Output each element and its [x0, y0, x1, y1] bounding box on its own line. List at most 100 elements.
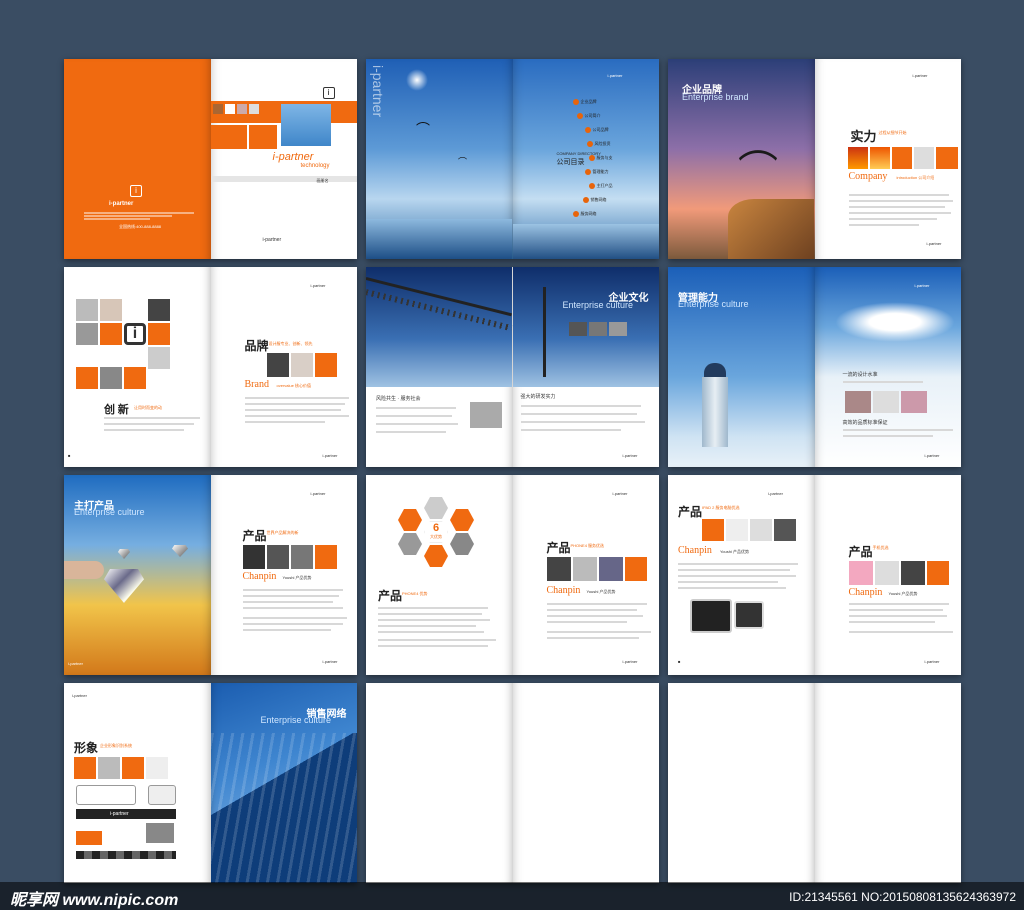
brand-logo: i-partner [912, 73, 928, 78]
brand-page-footer: i-partner [926, 241, 942, 246]
building [210, 733, 357, 883]
spread-cover[interactable]: i i-partner 全国热线:400-888-8888 i i-partne… [64, 59, 357, 259]
dir-item[interactable]: 风险投资 [586, 141, 611, 147]
text-line [546, 637, 639, 639]
strength-sub: 过程从细节开始 [878, 130, 907, 135]
dir-item[interactable]: 企业品牌 [572, 99, 597, 105]
spread-culture[interactable]: 风险共生 · 服务社会 企业文化 Enterprise culture 强大的研… [366, 267, 659, 467]
brand-en-sub: overvalue 核心价值 [276, 383, 311, 388]
text-line [546, 609, 637, 611]
spread-brand[interactable]: 企业品牌 Enterprise brand ⌒ i-partner 实力 过程从… [668, 59, 961, 259]
blank-left [668, 683, 815, 883]
photo-device [874, 561, 899, 585]
orange-tile [100, 323, 122, 345]
cover-block-a [210, 125, 247, 149]
text-line [520, 429, 621, 431]
hex-product-sub: PHONE4 优势 [402, 591, 428, 596]
spread-blank-2[interactable] [668, 683, 961, 883]
photo-thumb [588, 322, 607, 336]
photo-hand [900, 391, 927, 413]
text-line [244, 397, 349, 399]
dir-item[interactable]: 管理能力 [584, 169, 609, 175]
spread-product-hex[interactable]: 6 大优势 产品 PHONE4 优势 i-partner 产品 PHONE4 服… [366, 475, 659, 675]
tablet-logo: i-partner [768, 491, 783, 496]
hex-photo [398, 533, 422, 555]
van-icon [148, 785, 176, 805]
cover-orange-block [330, 104, 341, 122]
cover-brand: i-partner [272, 151, 314, 163]
innov-page-footer: i-partner [322, 453, 338, 458]
sales-right: 销售网络 Enterprise culture [210, 683, 357, 883]
text-line [678, 575, 796, 577]
text-line [848, 603, 949, 605]
spread-blank-1[interactable] [366, 683, 659, 883]
photo-thumb [568, 322, 587, 336]
photo-phone [242, 545, 265, 569]
dir-item[interactable]: 销售网络 [582, 197, 607, 203]
dir-right: i-partner COMPANY DIRECTORY 公司目录 企业品牌 公司… [512, 59, 659, 259]
tablet-chanpin: Chanpin [678, 545, 712, 556]
photo-device [900, 561, 925, 585]
text-line [546, 621, 627, 623]
photo-sunset-2 [869, 147, 890, 169]
dir-item[interactable]: 公司简介 [576, 113, 601, 119]
spread-product-tablet[interactable]: i-partner 产品 IPAD 2 服务电脑优选 Chanpin Yoush… [668, 475, 961, 675]
cover-block-b [248, 125, 277, 149]
text-line [842, 381, 923, 383]
dir-logo: i-partner [607, 73, 623, 78]
photo-phone [546, 557, 571, 581]
hex-product-title: 产品 [378, 589, 403, 603]
text-line [242, 629, 331, 631]
orange-tile [926, 561, 949, 585]
hex-badge: 6 大优势 [424, 521, 448, 543]
text-line [378, 639, 496, 641]
text-line [242, 589, 343, 591]
brand-right: i-partner 实力 过程从细节开始 Company introductio… [814, 59, 961, 259]
hand [64, 561, 104, 579]
spread-management[interactable]: 管理能力 Enterprise culture i-partner 一流的设计水… [668, 267, 961, 467]
tablet-r-footer: i-partner [924, 659, 940, 664]
prod-title-en: Enterprise culture [74, 507, 145, 517]
photo-people [290, 353, 313, 377]
cloud [834, 302, 955, 342]
spread-directory[interactable]: i-partner ⌒ ⌒ i-partner COMPANY DIRECTOR… [366, 59, 659, 259]
image-sub: 企业形象识别系统 [100, 743, 132, 748]
spread-product-main[interactable]: 主打产品 Enterprise culture i-partner i-part… [64, 475, 357, 675]
hex-footer: i-partner [622, 659, 638, 664]
text-line [104, 423, 194, 425]
dir-vertical-brand: i-partner [370, 65, 386, 118]
spread-innovation[interactable]: i 创 新 让用时而变的动 ■ i-partner 品牌 设计服专业、创新、领先… [64, 267, 357, 467]
dir-left: i-partner ⌒ ⌒ [366, 59, 513, 259]
dir-item[interactable]: 公司品牌 [584, 127, 609, 133]
cover-photo-sky [280, 104, 331, 146]
dir-item[interactable]: 服务与支 [588, 155, 613, 161]
photo-paper [872, 391, 899, 413]
photo-pencil [844, 391, 871, 413]
hex-chanpin-sub: Youshi 产品优势 [586, 589, 616, 594]
hex-left: 6 大优势 产品 PHONE4 优势 [366, 475, 513, 675]
text-line [378, 607, 488, 609]
dir-item[interactable]: 服务网络 [572, 211, 597, 217]
dir-mountains [512, 224, 659, 259]
dir-item[interactable]: 主打产品 [588, 183, 613, 189]
mgmt-left: 管理能力 Enterprise culture [668, 267, 815, 467]
innov-logo: i-partner [310, 283, 326, 288]
image-logo: i-partner [72, 693, 87, 698]
cover-logo-icon: i [322, 87, 335, 99]
spread-image-sales[interactable]: i-partner 形象 企业形象识别系统 i-partner 销售网络 Ent… [64, 683, 357, 883]
text-line [244, 415, 349, 417]
prod-footer: i-partner [322, 659, 338, 664]
mgmt-h2: 高效的品质标准保证 [842, 420, 888, 426]
brand-cn-sub: 设计服专业、创新、领先 [268, 341, 313, 346]
text-line [244, 421, 325, 423]
text-line [546, 631, 651, 633]
tablet-device-small [734, 601, 764, 629]
back-logo-text: i-partner [109, 201, 134, 207]
dir-list: 企业品牌 公司简介 公司品牌 风险投资 服务与支 管理能力 主打产品 销售网络 … [572, 99, 633, 219]
mountains [366, 219, 512, 259]
text-line [848, 194, 949, 196]
photo-tile [100, 367, 122, 389]
hotline: 全国热线:400-888-8888 [119, 224, 162, 229]
color-strip [76, 851, 176, 859]
tablet-r-chanpin-sub: Youshi 产品优势 [888, 591, 918, 596]
